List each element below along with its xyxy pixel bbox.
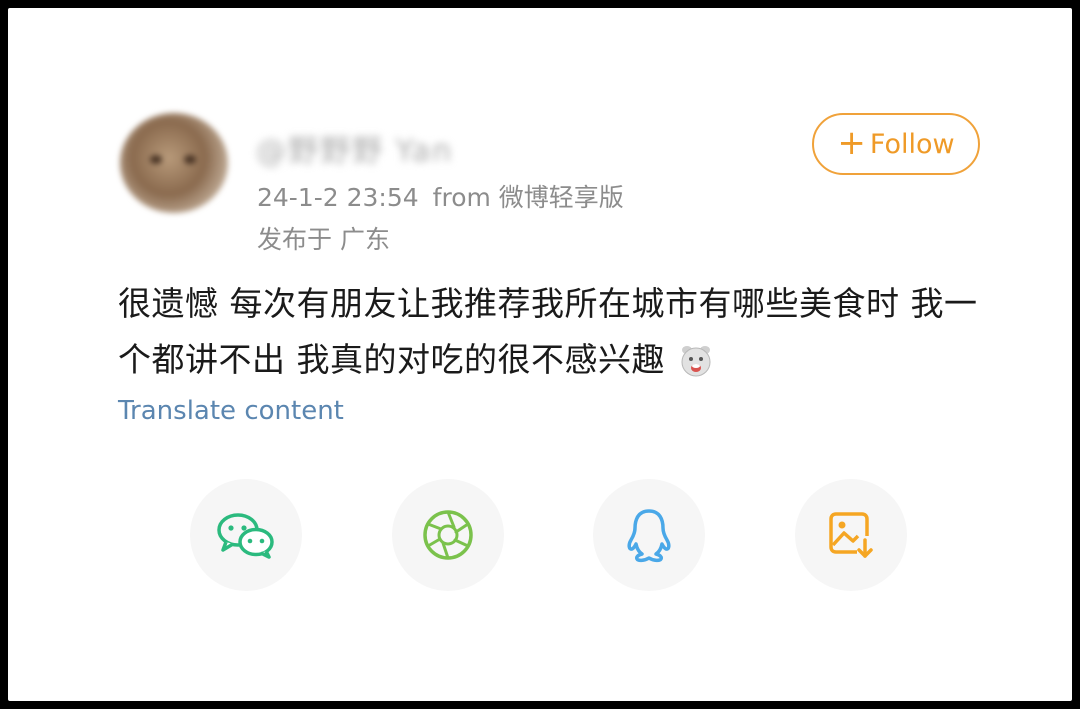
follow-label: Follow [869,128,955,160]
post-text: 很遗憾 每次有朋友让我推荐我所在城市有哪些美食时 我一个都讲不出 我真的对吃的很… [118,284,978,379]
post-meta: 24-1-2 23:54 from 微博轻享版 [257,178,624,214]
post-location: 发布于 广东 [257,225,390,254]
avatar-eye [150,155,162,164]
username[interactable]: @野野野 Yan [256,126,453,170]
wechat-icon [216,511,276,559]
plus-icon: + [837,122,866,163]
save-image-button[interactable] [795,479,907,591]
save-image-icon [827,510,875,560]
translate-content-link[interactable]: Translate content [118,396,344,426]
share-wechat-button[interactable] [190,479,302,591]
avatar[interactable] [120,113,228,213]
post-content: 很遗憾 每次有朋友让我推荐我所在城市有哪些美食时 我一个都讲不出 我真的对吃的很… [118,276,998,388]
avatar-eye [184,155,196,164]
sheep-face-emoji [679,340,713,377]
post-card: @野野野 Yan 24-1-2 23:54 from 微博轻享版 发布于 广东 +… [8,8,1072,701]
post-timestamp: 24-1-2 23:54 [257,183,419,212]
share-moments-button[interactable] [392,479,504,591]
follow-button[interactable]: + Follow [812,113,980,175]
post-source: from 微博轻享版 [432,183,624,212]
share-qq-button[interactable] [593,479,705,591]
moments-icon [421,508,475,562]
qq-icon [625,507,673,563]
